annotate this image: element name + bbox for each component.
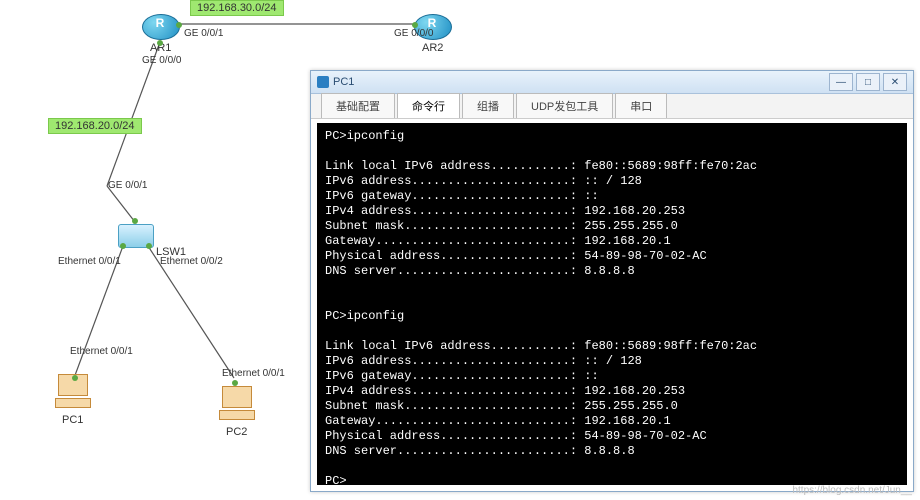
port-ar1-down: GE 0/0/0	[142, 55, 181, 66]
link-dot	[412, 22, 418, 28]
link-dot	[132, 218, 138, 224]
link-dot	[232, 380, 238, 386]
pc1-terminal-window[interactable]: PC1 — □ ✕ 基础配置 命令行 组播 UDP发包工具 串口 PC>ipco…	[310, 70, 914, 492]
close-button[interactable]: ✕	[883, 73, 907, 91]
port-pc1: Ethernet 0/0/1	[70, 346, 133, 357]
port-ar1-right: GE 0/0/1	[184, 28, 223, 39]
link-dot	[120, 243, 126, 249]
link-dot	[146, 243, 152, 249]
maximize-button[interactable]: □	[856, 73, 880, 91]
port-lsw1-up: GE 0/0/1	[108, 180, 147, 191]
subnet-label-top: 192.168.30.0/24	[190, 0, 284, 16]
link-dot	[72, 375, 78, 381]
tab-multicast[interactable]: 组播	[462, 93, 514, 118]
port-ar2-left: GE 0/0/0	[394, 28, 433, 39]
port-lsw1-right: Ethernet 0/0/2	[160, 256, 223, 267]
router-ar2-label: AR2	[422, 42, 443, 54]
titlebar[interactable]: PC1 — □ ✕	[311, 71, 913, 94]
tab-cli[interactable]: 命令行	[397, 93, 460, 118]
switch-lsw1[interactable]	[118, 216, 158, 256]
pc1-label: PC1	[62, 414, 83, 426]
pc2-device[interactable]	[216, 384, 258, 426]
watermark-text: https://blog.csdn.net/Jun__	[792, 485, 912, 496]
router-ar1[interactable]: R	[142, 8, 178, 44]
port-pc2: Ethernet 0/0/1	[222, 368, 285, 379]
tabs-bar: 基础配置 命令行 组播 UDP发包工具 串口	[311, 94, 913, 119]
app-icon	[317, 76, 329, 88]
link-dot	[157, 40, 163, 46]
tab-basic[interactable]: 基础配置	[321, 93, 395, 118]
tab-udp[interactable]: UDP发包工具	[516, 93, 613, 118]
window-title: PC1	[333, 76, 354, 88]
minimize-button[interactable]: —	[829, 73, 853, 91]
port-lsw1-left: Ethernet 0/0/1	[58, 256, 121, 267]
terminal-output[interactable]: PC>ipconfig Link local IPv6 address.....…	[317, 123, 907, 485]
link-dot	[176, 22, 182, 28]
pc2-label: PC2	[226, 426, 247, 438]
tab-serial[interactable]: 串口	[615, 93, 667, 118]
subnet-label-left: 192.168.20.0/24	[48, 118, 142, 134]
